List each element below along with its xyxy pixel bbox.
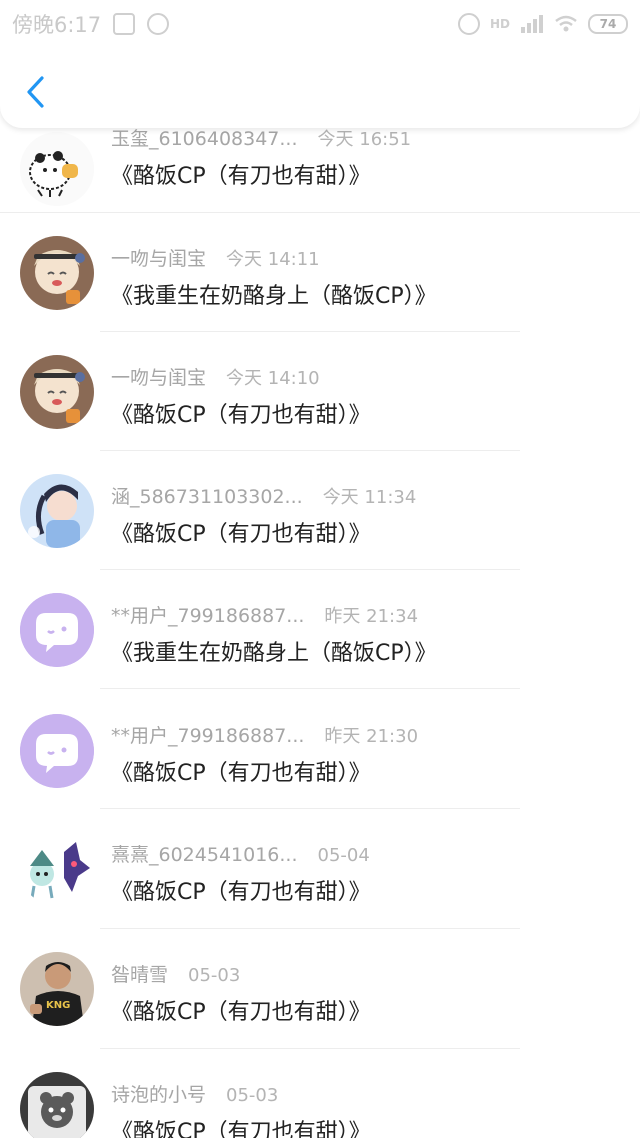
username[interactable]: **用户_799186887... — [111, 721, 304, 748]
list-item[interactable]: 熹熹_6024541016... 05-04 《酪饭CP（有刀也有甜）》 — [0, 808, 640, 929]
alarm-icon — [457, 13, 480, 35]
anime-girl-icon — [20, 355, 94, 429]
default-chat-bubble-icon — [20, 714, 94, 788]
avatar[interactable] — [20, 474, 94, 548]
timestamp: 今天 14:10 — [226, 368, 320, 389]
message-title[interactable]: 《我重生在奶酪身上（酪饭CP）》 — [111, 635, 437, 667]
bear-sticker-icon — [20, 1072, 94, 1138]
list-item[interactable]: **用户_799186887... 昨天 21:30 《酪饭CP（有刀也有甜）》 — [0, 688, 640, 809]
timestamp: 昨天 21:34 — [324, 606, 419, 627]
item-meta: 一吻与闺宝 今天 14:11 — [111, 244, 320, 271]
message-title[interactable]: 《酪饭CP（有刀也有甜）》 — [111, 158, 371, 190]
chevron-left-icon — [27, 76, 44, 108]
avatar[interactable] — [20, 236, 94, 310]
timestamp: 今天 14:11 — [226, 249, 320, 270]
top-header: 傍晚6:17 HD 74 — [0, 0, 640, 128]
avatar[interactable] — [20, 593, 94, 667]
item-meta: 一吻与闺宝 今天 14:10 — [111, 363, 320, 390]
username[interactable]: **用户_799186887... — [111, 601, 304, 628]
timestamp: 05-03 — [226, 1085, 279, 1106]
username[interactable]: 一吻与闺宝 — [111, 363, 206, 390]
message-icon — [147, 13, 170, 35]
message-title[interactable]: 《酪饭CP（有刀也有甜）》 — [111, 874, 371, 906]
list-item[interactable]: 涵_586731103302... 今天 11:34 《酪饭CP（有刀也有甜）》 — [0, 450, 640, 570]
message-title[interactable]: 《酪饭CP（有刀也有甜）》 — [111, 994, 371, 1026]
list-item[interactable]: KNG 昝晴雪 05-03 《酪饭CP（有刀也有甜）》 — [0, 928, 640, 1049]
avatar[interactable] — [20, 355, 94, 429]
status-left: 傍晚6:17 — [12, 9, 170, 39]
avatar[interactable]: KNG — [20, 952, 94, 1026]
svg-text:KNG: KNG — [46, 1000, 70, 1011]
signal-label: HD — [489, 17, 510, 31]
default-chat-bubble-icon — [20, 593, 94, 667]
game-characters-icon — [20, 832, 94, 906]
item-meta: 昝晴雪 05-03 — [111, 960, 240, 987]
signal-icon — [521, 15, 543, 33]
timestamp: 今天 16:51 — [317, 129, 412, 150]
status-bar: 傍晚6:17 HD 74 — [0, 0, 640, 48]
boy-photo-icon: KNG — [20, 952, 94, 1026]
username[interactable]: 诗泡的小号 — [111, 1080, 206, 1107]
back-button[interactable] — [18, 70, 52, 114]
timestamp: 05-04 — [317, 845, 370, 866]
avatar[interactable] — [20, 832, 94, 906]
status-right: HD 74 — [457, 13, 628, 35]
anime-girl-icon — [20, 236, 94, 310]
avatar[interactable] — [20, 1072, 94, 1138]
list-item[interactable]: 一吻与闺宝 今天 14:11 《我重生在奶酪身上（酪饭CP）》 — [0, 212, 640, 332]
item-meta: **用户_799186887... 昨天 21:34 — [111, 601, 418, 628]
username[interactable]: 一吻与闺宝 — [111, 244, 206, 271]
timestamp: 昨天 21:30 — [324, 726, 419, 747]
screen: 玉玺_6106408347... 今天 16:51 《酪饭CP（有刀也有甜）》 — [0, 0, 640, 1138]
battery-level: 74 — [599, 17, 617, 31]
item-meta: 玉玺_6106408347... 今天 16:51 — [111, 124, 411, 151]
message-title[interactable]: 《酪饭CP（有刀也有甜）》 — [111, 1114, 371, 1138]
notification-icon — [113, 13, 136, 35]
blue-girl-icon — [20, 474, 94, 548]
message-title[interactable]: 《酪饭CP（有刀也有甜）》 — [111, 397, 371, 429]
panda-sticker-icon — [20, 132, 94, 206]
username[interactable]: 涵_586731103302... — [111, 482, 303, 509]
list-item[interactable]: 一吻与闺宝 今天 14:10 《酪饭CP（有刀也有甜）》 — [0, 331, 640, 451]
item-meta: 涵_586731103302... 今天 11:34 — [111, 482, 416, 509]
wifi-icon — [555, 15, 577, 32]
list-item[interactable]: 诗泡的小号 05-03 《酪饭CP（有刀也有甜）》 — [0, 1048, 640, 1138]
timestamp: 今天 11:34 — [322, 487, 417, 508]
item-meta: 熹熹_6024541016... 05-04 — [111, 840, 370, 867]
username[interactable]: 昝晴雪 — [111, 960, 168, 987]
message-title[interactable]: 《我重生在奶酪身上（酪饭CP）》 — [111, 278, 437, 310]
username[interactable]: 熹熹_6024541016... — [111, 840, 298, 867]
message-title[interactable]: 《酪饭CP（有刀也有甜）》 — [111, 755, 371, 787]
username[interactable]: 玉玺_6106408347... — [111, 124, 298, 151]
item-meta: **用户_799186887... 昨天 21:30 — [111, 721, 418, 748]
battery-icon: 74 — [588, 14, 628, 34]
status-time: 傍晚6:17 — [12, 13, 102, 37]
timestamp: 05-03 — [188, 965, 241, 986]
list-item[interactable]: **用户_799186887... 昨天 21:34 《我重生在奶酪身上（酪饭C… — [0, 569, 640, 689]
avatar[interactable] — [20, 714, 94, 788]
item-meta: 诗泡的小号 05-03 — [111, 1080, 278, 1107]
message-title[interactable]: 《酪饭CP（有刀也有甜）》 — [111, 516, 371, 548]
avatar[interactable] — [20, 132, 94, 206]
